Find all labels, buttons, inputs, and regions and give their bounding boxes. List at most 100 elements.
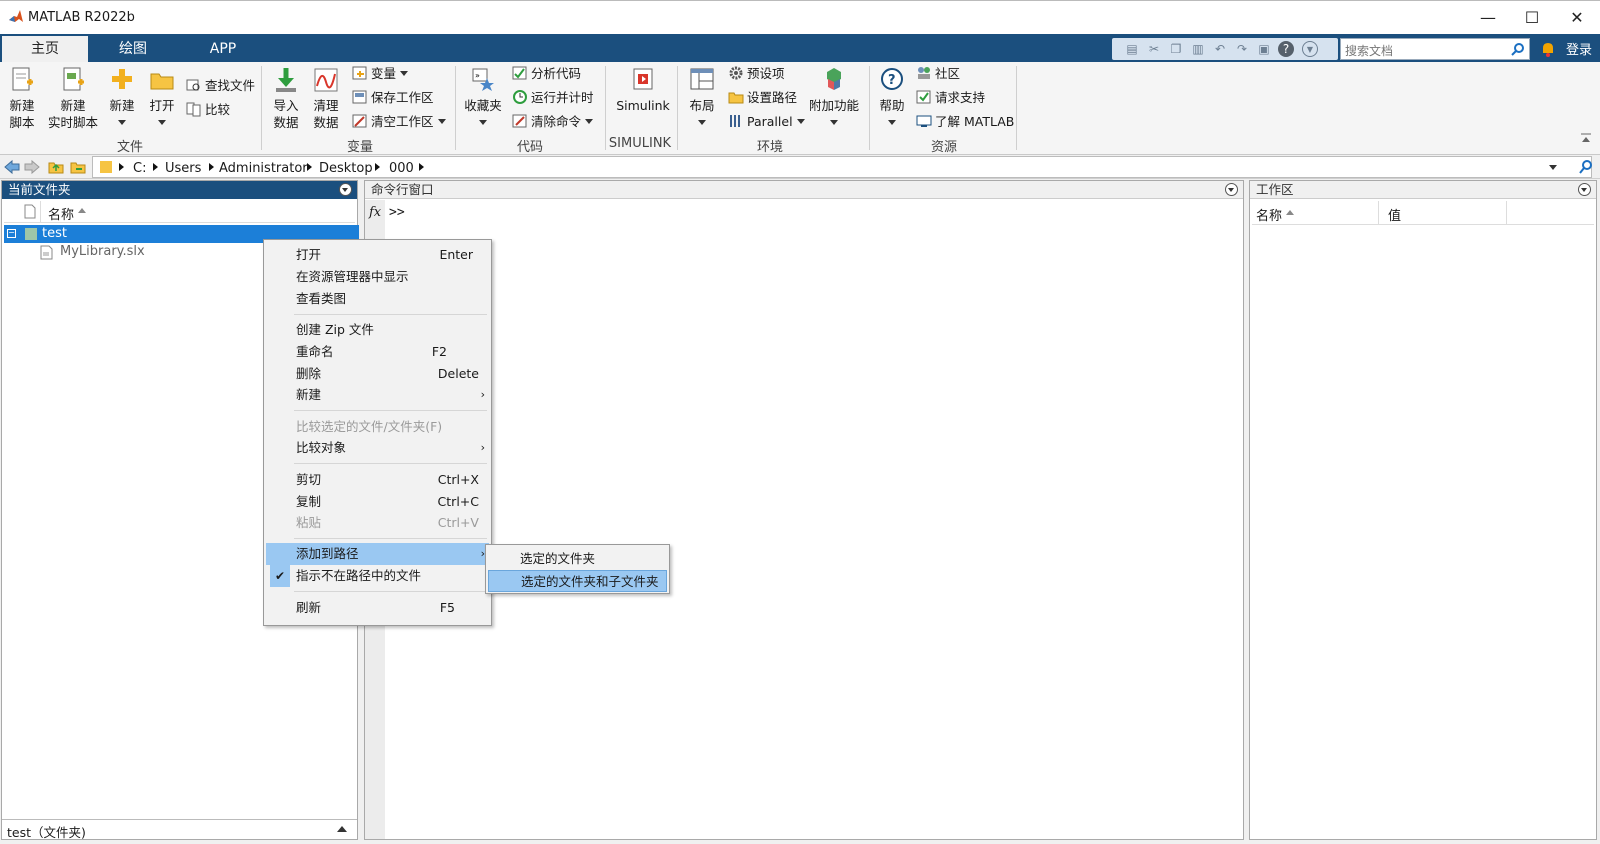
menu-item-refresh[interactable]: 刷新 F5	[266, 597, 489, 619]
paste-icon[interactable]: ▥	[1190, 41, 1206, 57]
login-link[interactable]: 登录	[1566, 39, 1592, 58]
function-browser-icon[interactable]: fx	[369, 205, 381, 220]
variable-icon	[352, 66, 367, 80]
tab-plots[interactable]: 绘图	[90, 36, 176, 62]
copy-icon[interactable]: ❐	[1168, 41, 1184, 57]
import-data-button[interactable]: 导入 数据	[268, 66, 304, 131]
tab-home[interactable]: 主页	[2, 36, 88, 62]
help-button[interactable]: ? 帮助	[874, 66, 910, 131]
tab-apps[interactable]: APP	[180, 36, 266, 62]
run-and-time-button[interactable]: 运行并计时	[512, 88, 594, 108]
folder-column-header[interactable]: 名称	[4, 201, 355, 223]
collapse-ribbon-icon[interactable]	[1580, 132, 1592, 144]
clean-data-button[interactable]: 清理 数据	[308, 66, 344, 131]
menu-item-add-to-path[interactable]: 添加到路径 ›	[266, 543, 489, 565]
set-path-button[interactable]: 设置路径	[728, 88, 797, 108]
request-support-icon	[916, 90, 931, 104]
workspace-col-name[interactable]: 名称	[1256, 205, 1282, 224]
new-button[interactable]: 新建	[104, 66, 140, 131]
breadcrumb-separator-icon	[119, 163, 124, 171]
panel-menu-icon[interactable]	[1578, 183, 1591, 196]
layout-button[interactable]: 布局	[684, 66, 720, 131]
panel-menu-icon[interactable]	[339, 183, 352, 196]
path-field[interactable]: C: Users Administrator Desktop 000	[92, 156, 1592, 178]
collapse-toggle-icon[interactable]: −	[7, 229, 16, 238]
submenu-item-selected-folder-and-subfolders[interactable]: 选定的文件夹和子文件夹	[488, 570, 667, 592]
folder-open-icon	[150, 73, 174, 90]
up-folder-icon[interactable]	[48, 159, 64, 175]
ribbon-divider	[261, 66, 262, 150]
menu-item-cut[interactable]: 剪切 Ctrl+X	[266, 469, 489, 491]
command-prompt[interactable]: >>	[389, 205, 405, 220]
clear-commands-button[interactable]: 清除命令	[512, 112, 593, 132]
details-bar[interactable]: test（文件夹)	[2, 819, 357, 840]
menu-item-view-class-diagram[interactable]: 查看类图	[266, 288, 489, 310]
menu-item-compare-against[interactable]: 比较对象 ›	[266, 437, 489, 459]
cut-icon[interactable]: ✂	[1146, 41, 1162, 57]
menu-item-open[interactable]: 打开 Enter	[266, 244, 489, 266]
open-button[interactable]: 打开	[144, 66, 180, 131]
menu-item-indicate-files-not-on-path[interactable]: ✔ 指示不在路径中的文件	[266, 565, 489, 587]
title-bar: MATLAB R2022b — ☐ ✕	[0, 0, 1600, 34]
analyze-code-button[interactable]: 分析代码	[512, 64, 581, 84]
breadcrumb-desktop[interactable]: Desktop	[319, 161, 373, 176]
notification-bell-icon[interactable]	[1540, 40, 1556, 58]
new-live-script-icon	[63, 67, 84, 91]
addons-button[interactable]: 附加功能	[806, 66, 862, 131]
menu-item-copy[interactable]: 复制 Ctrl+C	[266, 491, 489, 513]
favorites-button[interactable]: » 收藏夹	[462, 66, 504, 131]
search-documentation-input[interactable]: 搜索文档	[1340, 38, 1530, 60]
find-files-button[interactable]: 查找文件	[186, 76, 255, 96]
breadcrumb-000[interactable]: 000	[389, 161, 414, 176]
addons-icon	[827, 68, 841, 90]
breadcrumb-c[interactable]: C:	[133, 161, 146, 176]
menu-item-delete[interactable]: 删除 Delete	[266, 363, 489, 385]
save-icon[interactable]: ▤	[1124, 41, 1140, 57]
minimize-button[interactable]: —	[1473, 7, 1503, 29]
menu-item-compare-selected: 比较选定的文件/文件夹(F)	[296, 419, 443, 434]
path-dropdown-icon[interactable]	[1549, 165, 1557, 170]
search-placeholder: 搜索文档	[1345, 44, 1394, 58]
workspace-col-value[interactable]: 值	[1388, 205, 1401, 224]
search-icon[interactable]	[1511, 42, 1525, 56]
switch-windows-icon[interactable]: ▣	[1256, 41, 1272, 57]
breadcrumb-users[interactable]: Users	[165, 161, 201, 176]
back-arrow-icon[interactable]	[4, 159, 20, 175]
workspace-panel: 工作区 名称 值	[1249, 180, 1597, 840]
search-folder-icon[interactable]	[1578, 159, 1594, 175]
menu-item-show-in-explorer[interactable]: 在资源管理器中显示	[266, 266, 489, 288]
breadcrumb-administrator[interactable]: Administrator	[219, 161, 308, 176]
community-button[interactable]: 社区	[916, 64, 960, 84]
undo-icon[interactable]: ↶	[1212, 41, 1228, 57]
submenu-item-selected-folder[interactable]: 选定的文件夹	[488, 548, 667, 570]
new-script-button[interactable]: 新建 脚本	[4, 66, 40, 131]
set-path-icon	[728, 92, 744, 104]
quick-access-toolbar: ▤ ✂ ❐ ▥ ↶ ↷ ▣ ? ▼	[1112, 38, 1338, 60]
close-button[interactable]: ✕	[1562, 7, 1592, 29]
parallel-button[interactable]: Parallel	[728, 112, 805, 132]
help-icon[interactable]: ?	[1278, 41, 1294, 57]
ribbon: 新建 脚本 新建 实时脚本 新建 打开 查找文件 比较 文件 导入 数据 清理 数据 变…	[0, 62, 1600, 155]
sort-ascending-icon	[78, 208, 86, 213]
redo-icon[interactable]: ↷	[1234, 41, 1250, 57]
panel-menu-icon[interactable]	[1225, 183, 1238, 196]
browse-folder-icon[interactable]	[70, 159, 86, 175]
clear-workspace-button[interactable]: 清空工作区	[352, 112, 446, 132]
preferences-button[interactable]: 预设项	[728, 64, 785, 84]
new-live-script-button[interactable]: 新建 实时脚本	[44, 66, 102, 131]
address-bar: C: Users Administrator Desktop 000	[0, 155, 1600, 179]
expand-details-icon[interactable]	[337, 826, 347, 832]
menu-item-rename[interactable]: 重命名 F2	[266, 341, 489, 363]
forward-arrow-icon[interactable]	[24, 159, 40, 175]
save-workspace-button[interactable]: 保存工作区	[352, 88, 434, 108]
compare-button[interactable]: 比较	[186, 100, 230, 120]
maximize-button[interactable]: ☐	[1517, 7, 1547, 29]
customize-toolbar-icon[interactable]: ▼	[1302, 41, 1318, 57]
learn-matlab-button[interactable]: 了解 MATLAB	[916, 112, 1014, 132]
workspace-column-header[interactable]: 名称 值	[1252, 201, 1594, 225]
variable-button[interactable]: 变量	[352, 64, 408, 84]
request-support-button[interactable]: 请求支持	[916, 88, 985, 108]
menu-item-new[interactable]: 新建 ›	[266, 384, 489, 406]
simulink-button[interactable]: Simulink	[614, 66, 672, 114]
menu-item-create-zip[interactable]: 创建 Zip 文件	[266, 319, 489, 341]
